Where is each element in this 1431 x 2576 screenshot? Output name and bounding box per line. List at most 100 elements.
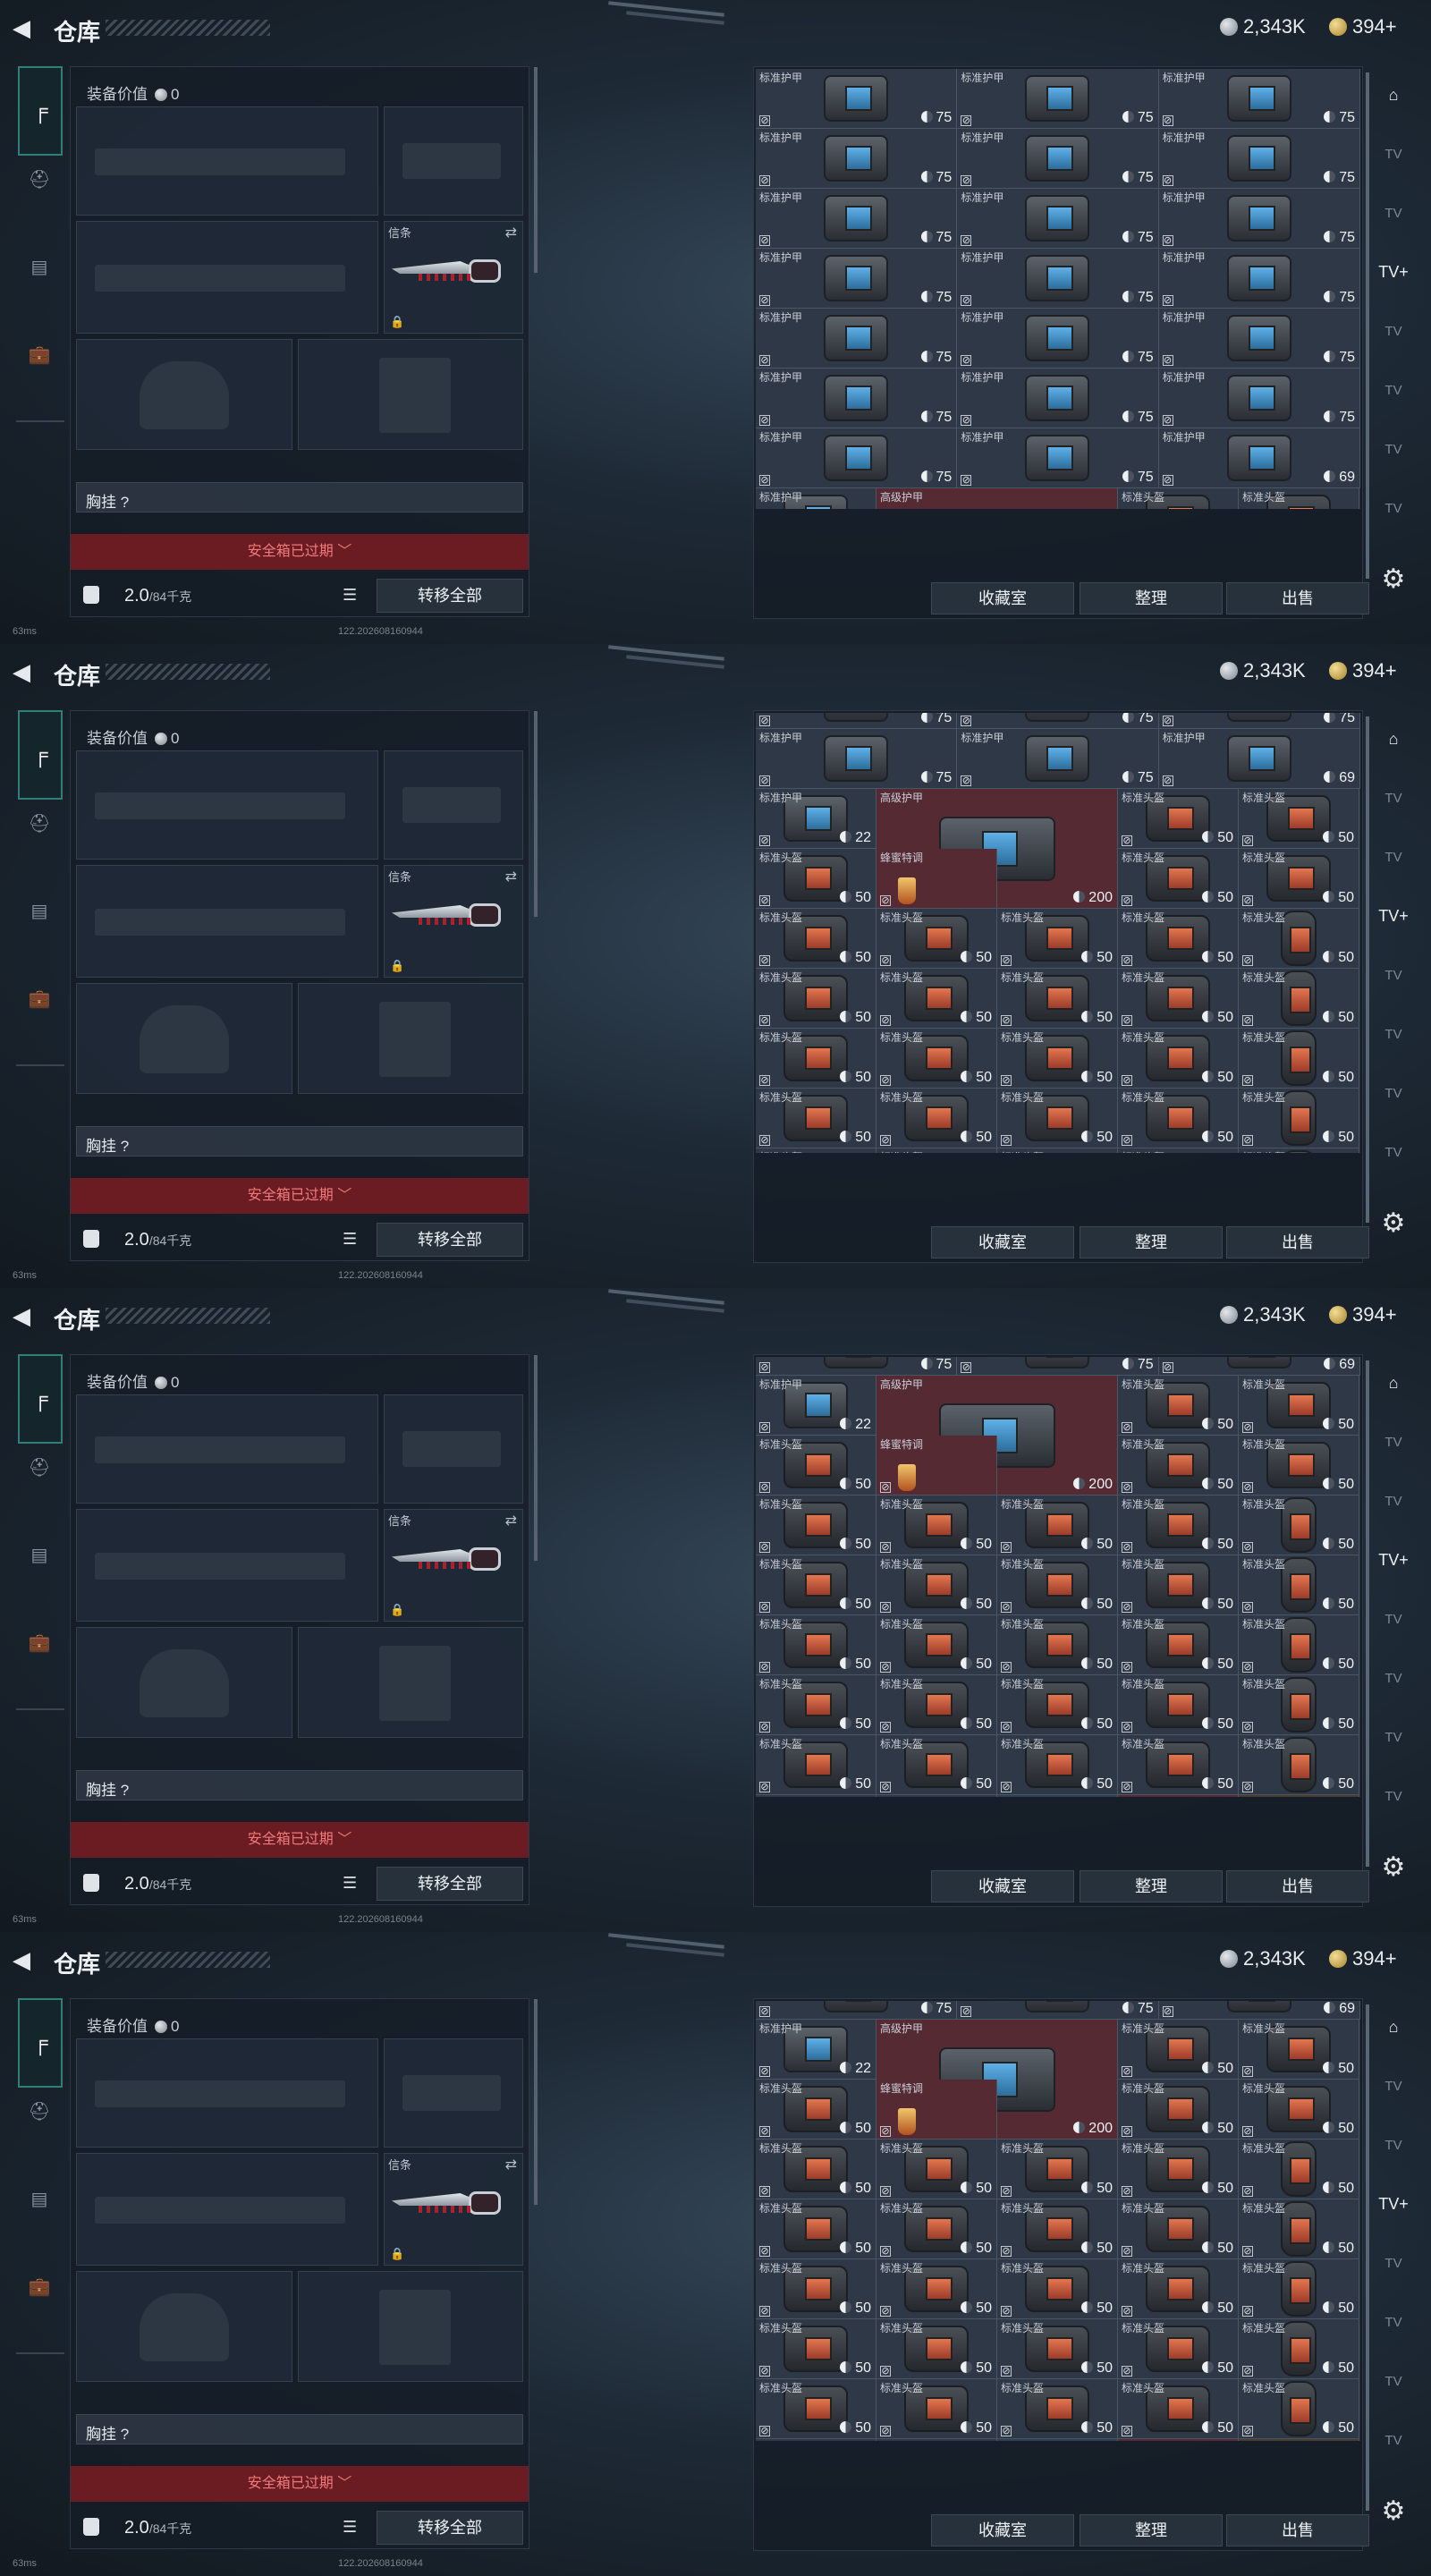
armor-slot[interactable] bbox=[298, 983, 523, 1094]
stash-item-helmet[interactable]: 标准头盔⊘50 bbox=[1239, 1376, 1359, 1436]
stash-item-helmet[interactable]: 标准头盔⊘50 bbox=[997, 2259, 1118, 2319]
stash-item-armor[interactable]: 标准护甲⊘75 bbox=[756, 369, 958, 428]
stash-item-armor[interactable]: 标准护甲⊘75 bbox=[756, 2001, 958, 2020]
sell-button[interactable]: 出售 bbox=[1226, 2514, 1369, 2546]
stash-grid-viewport[interactable]: 标准护甲⊘75标准护甲⊘75标准护甲⊘75标准护甲⊘75标准护甲⊘75标准护甲⊘… bbox=[756, 713, 1360, 1153]
stash-item-helmet[interactable]: 标准头盔⊘50 bbox=[997, 969, 1118, 1029]
stash-item-helmet[interactable]: 标准头盔⊘50 bbox=[997, 2140, 1118, 2199]
stash-item-bigarmor[interactable]: 高级护甲⊘200 bbox=[876, 488, 1118, 509]
collection-room-button[interactable]: 收藏室 bbox=[931, 582, 1074, 614]
stash-item-helmet[interactable]: 标准头盔⊘50 bbox=[1118, 1376, 1239, 1436]
tab-tv-add[interactable]: TV+ bbox=[1376, 2186, 1411, 2222]
tab-tv-5[interactable]: TV bbox=[1376, 1719, 1411, 1755]
tab-tv-2[interactable]: TV bbox=[1376, 195, 1411, 231]
tab-briefcase-tab[interactable]: 💼 bbox=[20, 2267, 59, 2306]
stash-item-armor[interactable]: 标准护甲⊘75 bbox=[957, 1357, 1159, 1376]
stash-item-helmet[interactable]: 标准头盔⊘50 bbox=[997, 1675, 1118, 1735]
tab-tv-3[interactable]: TV bbox=[1376, 957, 1411, 993]
tab-stash-main[interactable]: ⌂ bbox=[1376, 721, 1411, 757]
stash-item-helmet[interactable]: 标准头盔⊘50 bbox=[756, 2319, 876, 2379]
stash-item-helmet[interactable]: 标准头盔⊘50 bbox=[1239, 789, 1359, 849]
sell-button[interactable]: 出售 bbox=[1226, 1226, 1369, 1258]
tab-gun[interactable]: ╒ bbox=[18, 1998, 63, 2088]
stash-item-helmet[interactable]: 标准头盔⊘50 bbox=[997, 2199, 1118, 2259]
stash-item-helmet[interactable]: 标准头盔⊘50 bbox=[756, 909, 876, 969]
stash-item-helmet[interactable]: 标准头盔⊘50 bbox=[1118, 1089, 1239, 1148]
chest-rig-slot[interactable]: 胸挂 ? bbox=[76, 482, 523, 513]
stash-item-armor[interactable]: 标准护甲⊘75 bbox=[1158, 369, 1360, 428]
stash-item-armor[interactable]: 标准护甲⊘75 bbox=[957, 729, 1159, 789]
tab-tv-6[interactable]: TV bbox=[1376, 490, 1411, 526]
helmet-slot[interactable] bbox=[76, 2271, 292, 2382]
stash-item-armor[interactable]: 标准护甲 ⊘ 69 bbox=[1158, 428, 1360, 488]
swap-icon[interactable]: ⇄ bbox=[505, 224, 517, 242]
stash-item-helmet[interactable]: 标准头盔⊘50 bbox=[756, 849, 876, 909]
stash-item-helmet[interactable]: 标准头盔⊘50 bbox=[997, 1089, 1118, 1148]
tab-tv-add[interactable]: TV+ bbox=[1376, 254, 1411, 290]
safe-box-expired-banner[interactable]: 安全箱已过期 ﹀ bbox=[71, 534, 529, 570]
stash-grid-viewport[interactable]: 标准护甲⊘75标准护甲⊘75标准护甲⊘69标准护甲⊘22高级护甲⊘200标准头盔… bbox=[756, 2001, 1360, 2441]
collection-room-button[interactable]: 收藏室 bbox=[931, 1226, 1074, 1258]
tab-stash-main[interactable]: ⌂ bbox=[1376, 2009, 1411, 2045]
stash-item-helmet-tall[interactable]: 标准头盔⊘50 bbox=[1239, 1675, 1359, 1735]
helmet-slot[interactable] bbox=[76, 1627, 292, 1738]
stash-item-medkit[interactable]: 野战急救包⊘+220 bbox=[1118, 1795, 1239, 1797]
stash-item-armor[interactable]: 标准护甲⊘75 bbox=[756, 428, 958, 488]
stash-item-armor[interactable]: 标准护甲⊘75 bbox=[957, 713, 1159, 729]
stash-item-helmet[interactable]: 标准头盔⊘50 bbox=[756, 2080, 876, 2140]
tab-helmet-tab[interactable]: ⛑ bbox=[20, 803, 59, 843]
stash-item-armor[interactable]: 标准护甲⊘75 bbox=[1158, 69, 1360, 129]
stash-item-armor[interactable]: 标准护甲⊘75 bbox=[1158, 309, 1360, 369]
tab-helmet-tab[interactable]: ⛑ bbox=[20, 2091, 59, 2131]
armor-slot[interactable] bbox=[298, 2271, 523, 2382]
stash-item-armor[interactable]: 标准护甲⊘75 bbox=[1158, 249, 1360, 309]
stash-item-helmet[interactable]: 标准头盔⊘50 bbox=[1118, 1148, 1239, 1153]
chest-rig-slot[interactable]: 胸挂 ? bbox=[76, 1770, 523, 1801]
stash-item-helmet[interactable]: 标准头盔⊘50 bbox=[1118, 1555, 1239, 1615]
tab-tv-6[interactable]: TV bbox=[1376, 2422, 1411, 2458]
settings-gear-icon[interactable]: ⚙ bbox=[1377, 564, 1410, 596]
stash-item-helmet[interactable]: 标准头盔⊘50 bbox=[1239, 2020, 1359, 2080]
stash-item-armor[interactable]: 标准护甲 ⊘ 22 bbox=[756, 2020, 876, 2080]
settings-gear-icon[interactable]: ⚙ bbox=[1377, 2496, 1410, 2528]
stash-item-helmet-tall[interactable]: 标准头盔⊘50 bbox=[1239, 2379, 1359, 2439]
stash-item-armor[interactable]: 标准护甲⊘75 bbox=[957, 428, 1159, 488]
stash-item-helmet[interactable]: 标准头盔⊘50 bbox=[756, 1148, 876, 1153]
primary-weapon-slot[interactable] bbox=[76, 1394, 378, 1504]
tab-stash-main[interactable]: ⌂ bbox=[1376, 77, 1411, 113]
stash-item-drink[interactable]: 蜂蜜特调 ⊘ bbox=[876, 849, 997, 909]
stash-item-helmet-tall[interactable]: 标准头盔⊘50 bbox=[1239, 1148, 1359, 1153]
stash-item-helmet[interactable]: 标准头盔⊘50 bbox=[1239, 488, 1359, 509]
stash-item-helmet[interactable]: 标准头盔⊘50 bbox=[1118, 849, 1239, 909]
stash-item-armor[interactable]: 标准护甲⊘75 bbox=[957, 249, 1159, 309]
stash-item-helmet-tall[interactable]: 标准头盔⊘50 bbox=[1239, 1496, 1359, 1555]
stash-item-drink[interactable]: 蜂蜜特调 ⊘ bbox=[876, 2080, 997, 2140]
gold-currency[interactable]: 394+ bbox=[1329, 1302, 1397, 1327]
stash-item-armor[interactable]: 标准护甲⊘75 bbox=[756, 129, 958, 189]
stash-item-helmet[interactable]: 标准头盔⊘50 bbox=[1118, 969, 1239, 1029]
stash-item-helmet-tall[interactable]: 标准头盔⊘50 bbox=[1239, 2199, 1359, 2259]
organize-button[interactable]: 整理 bbox=[1080, 2514, 1223, 2546]
stash-item-helmet[interactable]: 标准头盔⊘50 bbox=[876, 969, 997, 1029]
tab-tv-2[interactable]: TV bbox=[1376, 839, 1411, 875]
stash-item-helmet[interactable]: 标准头盔⊘50 bbox=[1118, 2319, 1239, 2379]
stash-item-armor[interactable]: 标准护甲⊘75 bbox=[957, 129, 1159, 189]
stash-item-helmet[interactable]: 标准头盔⊘50 bbox=[876, 2199, 997, 2259]
tab-tv-1[interactable]: TV bbox=[1376, 780, 1411, 816]
list-icon[interactable]: ☰ bbox=[343, 2518, 357, 2537]
primary-weapon-slot[interactable] bbox=[76, 106, 378, 216]
stash-item-armor[interactable]: 标准护甲⊘75 bbox=[957, 189, 1159, 249]
stash-item-helmet[interactable]: 标准头盔⊘50 bbox=[1118, 1029, 1239, 1089]
tab-clipboard-tab[interactable]: ▤ bbox=[20, 247, 59, 286]
stash-item-helmet[interactable]: 标准头盔⊘50 bbox=[1118, 2020, 1239, 2080]
stash-item-helmet[interactable]: 标准头盔⊘50 bbox=[756, 1675, 876, 1735]
stash-item-helmet[interactable]: 标准头盔⊘50 bbox=[1118, 2379, 1239, 2439]
stash-item-helmet[interactable]: 标准头盔⊘50 bbox=[756, 2439, 876, 2441]
stash-item-helmet[interactable]: 标准头盔⊘50 bbox=[997, 2379, 1118, 2439]
stash-item-helmet[interactable]: 标准头盔⊘50 bbox=[1118, 789, 1239, 849]
transfer-all-button[interactable]: 转移全部 bbox=[377, 1867, 523, 1901]
loadout-scrollbar[interactable] bbox=[534, 67, 538, 273]
stash-item-armor[interactable]: 标准护甲⊘75 bbox=[756, 729, 958, 789]
primary-weapon-slot[interactable] bbox=[76, 2038, 378, 2148]
list-icon[interactable]: ☰ bbox=[343, 1230, 357, 1249]
